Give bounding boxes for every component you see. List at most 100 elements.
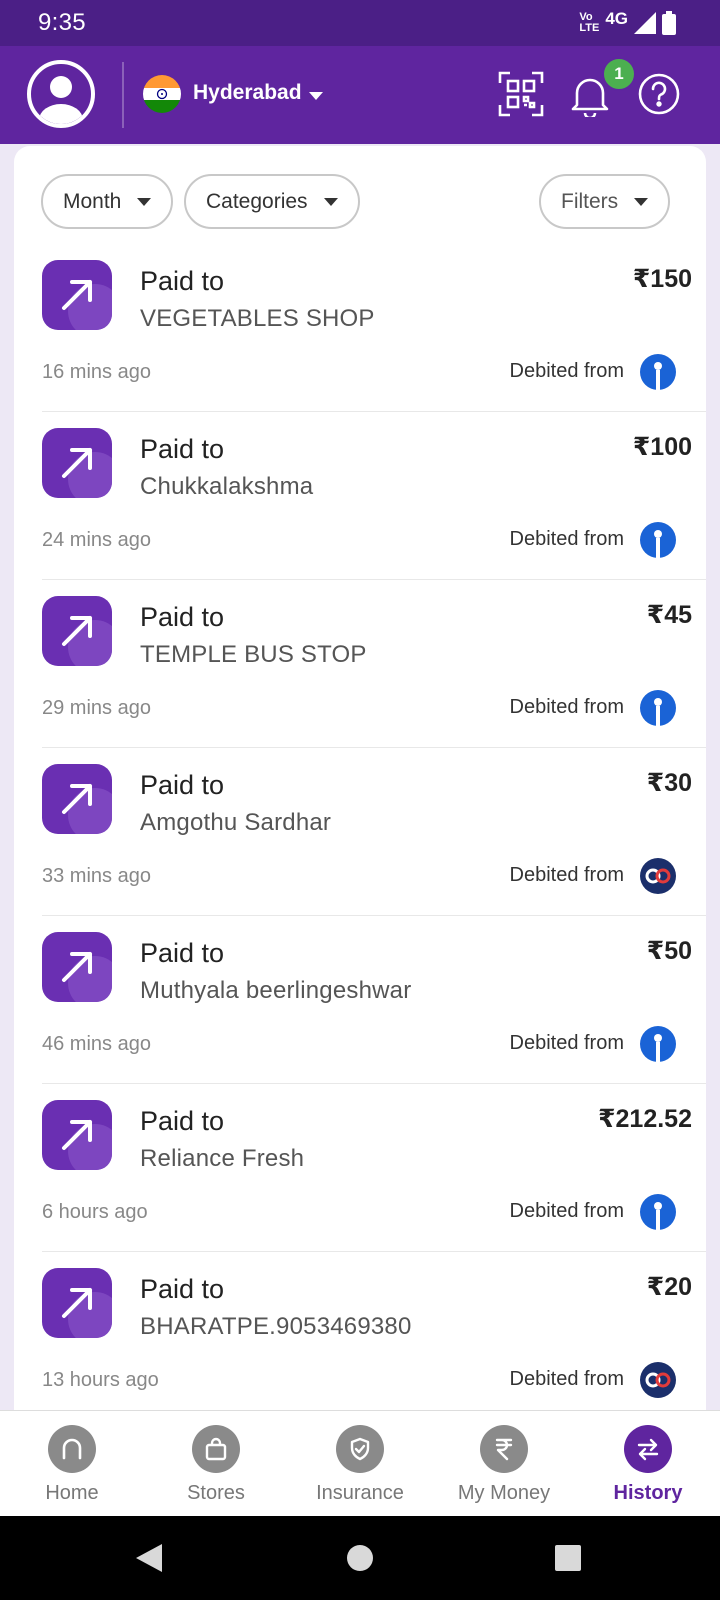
paid-arrow-icon [42,1100,112,1170]
transaction-title: Paid to [140,1106,225,1136]
filters-chip[interactable]: Filters [539,174,671,229]
shopping-bag-icon [192,1425,240,1473]
transaction-time: 6 hours ago [42,1201,148,1223]
transaction-row[interactable]: Paid to Muthyala beerlingeshwar ₹50 46 mins… [14,916,706,1084]
profile-avatar[interactable] [27,60,95,128]
paid-arrow-icon [42,260,112,330]
kotak-bank-icon [640,1362,676,1398]
notification-badge: 1 [602,57,636,91]
transaction-amount: ₹20 [646,1273,692,1301]
network-type: 4G [605,9,628,28]
debited-from-label: Debited from [509,360,625,382]
transaction-title: Paid to [140,1274,225,1304]
nav-history-label: History [613,1482,683,1504]
transaction-time: 33 mins ago [42,865,151,887]
status-time: 9:35 [38,9,86,36]
nav-history[interactable]: History [576,1425,720,1505]
payee-name: Reliance Fresh [140,1145,305,1172]
payee-name: Muthyala beerlingeshwar [140,977,412,1004]
back-icon[interactable] [130,1536,174,1580]
transaction-amount: ₹212.52 [598,1105,692,1133]
filters-label: Filters [561,189,619,213]
payee-name: TEMPLE BUS STOP [140,641,367,668]
status-indicators: Vo LTE 4G [579,8,676,38]
transaction-history-card: Month Categories Filters Paid to VEGETABL… [14,146,706,1410]
debited-from-label: Debited from [509,1368,625,1390]
transaction-time: 13 hours ago [42,1369,159,1391]
categories-filter-label: Categories [206,189,308,213]
qr-scan-icon[interactable] [498,71,544,117]
nav-stores[interactable]: Stores [144,1425,288,1505]
paid-arrow-icon [42,764,112,834]
transaction-row[interactable]: Paid to BHARATPE.9053469380 ₹20 13 hours ag… [14,1252,706,1410]
transaction-amount: ₹30 [646,769,692,797]
signal-icon [634,12,656,34]
paid-arrow-icon [42,428,112,498]
system-navigation-bar [0,1516,720,1600]
debited-from-label: Debited from [509,696,625,718]
caret-down-icon [137,197,152,206]
city-selector[interactable]: Hyderabad [193,81,302,105]
bottom-navigation: Home Stores Insurance My Money History [0,1410,720,1516]
sbi-bank-icon [640,1026,676,1062]
sbi-bank-icon [640,1194,676,1230]
transaction-time: 16 mins ago [42,361,151,383]
transaction-title: Paid to [140,434,225,464]
sbi-bank-icon [640,522,676,558]
city-dropdown-icon[interactable] [309,92,323,100]
payee-name: Amgothu Sardhar [140,809,332,836]
user-icon [39,76,83,124]
transfer-arrows-icon [624,1425,672,1473]
transaction-row[interactable]: Paid to Amgothu Sardhar ₹30 33 mins ago Debi… [14,748,706,916]
recents-icon[interactable] [546,1536,590,1580]
month-filter-chip[interactable]: Month [41,174,174,229]
paid-arrow-icon [42,932,112,1002]
help-icon[interactable] [636,71,682,117]
payee-name: BHARATPE.9053469380 [140,1313,412,1340]
debited-from-label: Debited from [509,864,625,886]
sbi-bank-icon [640,690,676,726]
app-header: Hyderabad 1 [0,46,720,144]
transaction-amount: ₹50 [646,937,692,965]
sbi-bank-icon [640,354,676,390]
nav-home-label: Home [45,1482,99,1504]
caret-down-icon [323,197,338,206]
transaction-row[interactable]: Paid to TEMPLE BUS STOP ₹45 29 mins ago Debi… [14,580,706,748]
transaction-amount: ₹150 [632,265,692,293]
debited-from-label: Debited from [509,1200,625,1222]
payee-name: Chukkalakshma [140,473,314,500]
paid-arrow-icon [42,1268,112,1338]
payee-name: VEGETABLES SHOP [140,305,375,332]
home-circle-icon[interactable] [338,1536,382,1580]
nav-my-money[interactable]: My Money [432,1425,576,1505]
transaction-row[interactable]: Paid to Chukkalakshma ₹100 24 mins ago Debit… [14,412,706,580]
transaction-time: 29 mins ago [42,697,151,719]
transaction-row[interactable]: Paid to Reliance Fresh ₹212.52 6 hours ago D… [14,1084,706,1252]
volte-indicator: Vo LTE [579,12,599,34]
nav-my-money-label: My Money [457,1482,551,1504]
nav-insurance[interactable]: Insurance [288,1425,432,1505]
paid-arrow-icon [42,596,112,666]
rupee-icon [480,1425,528,1473]
status-bar: 9:35 Vo LTE 4G [0,0,720,46]
month-filter-label: Month [63,189,122,213]
transaction-title: Paid to [140,602,225,632]
transaction-row[interactable]: Paid to VEGETABLES SHOP ₹150 16 mins ago Deb… [14,244,706,412]
nav-stores-label: Stores [187,1482,245,1504]
india-flag-icon[interactable] [143,75,181,113]
transaction-title: Paid to [140,770,225,800]
transaction-amount: ₹100 [632,433,692,461]
debited-from-label: Debited from [509,528,625,550]
header-divider [122,62,124,128]
nav-home[interactable]: Home [0,1425,144,1505]
transaction-time: 24 mins ago [42,529,151,551]
transaction-amount: ₹45 [646,601,692,629]
nav-insurance-label: Insurance [316,1482,404,1504]
transaction-time: 46 mins ago [42,1033,151,1055]
volte-line2: LTE [579,22,600,34]
categories-filter-chip[interactable]: Categories [184,174,360,229]
shield-check-icon [336,1425,384,1473]
transaction-title: Paid to [140,266,225,296]
home-icon [48,1425,96,1473]
debited-from-label: Debited from [509,1032,625,1054]
